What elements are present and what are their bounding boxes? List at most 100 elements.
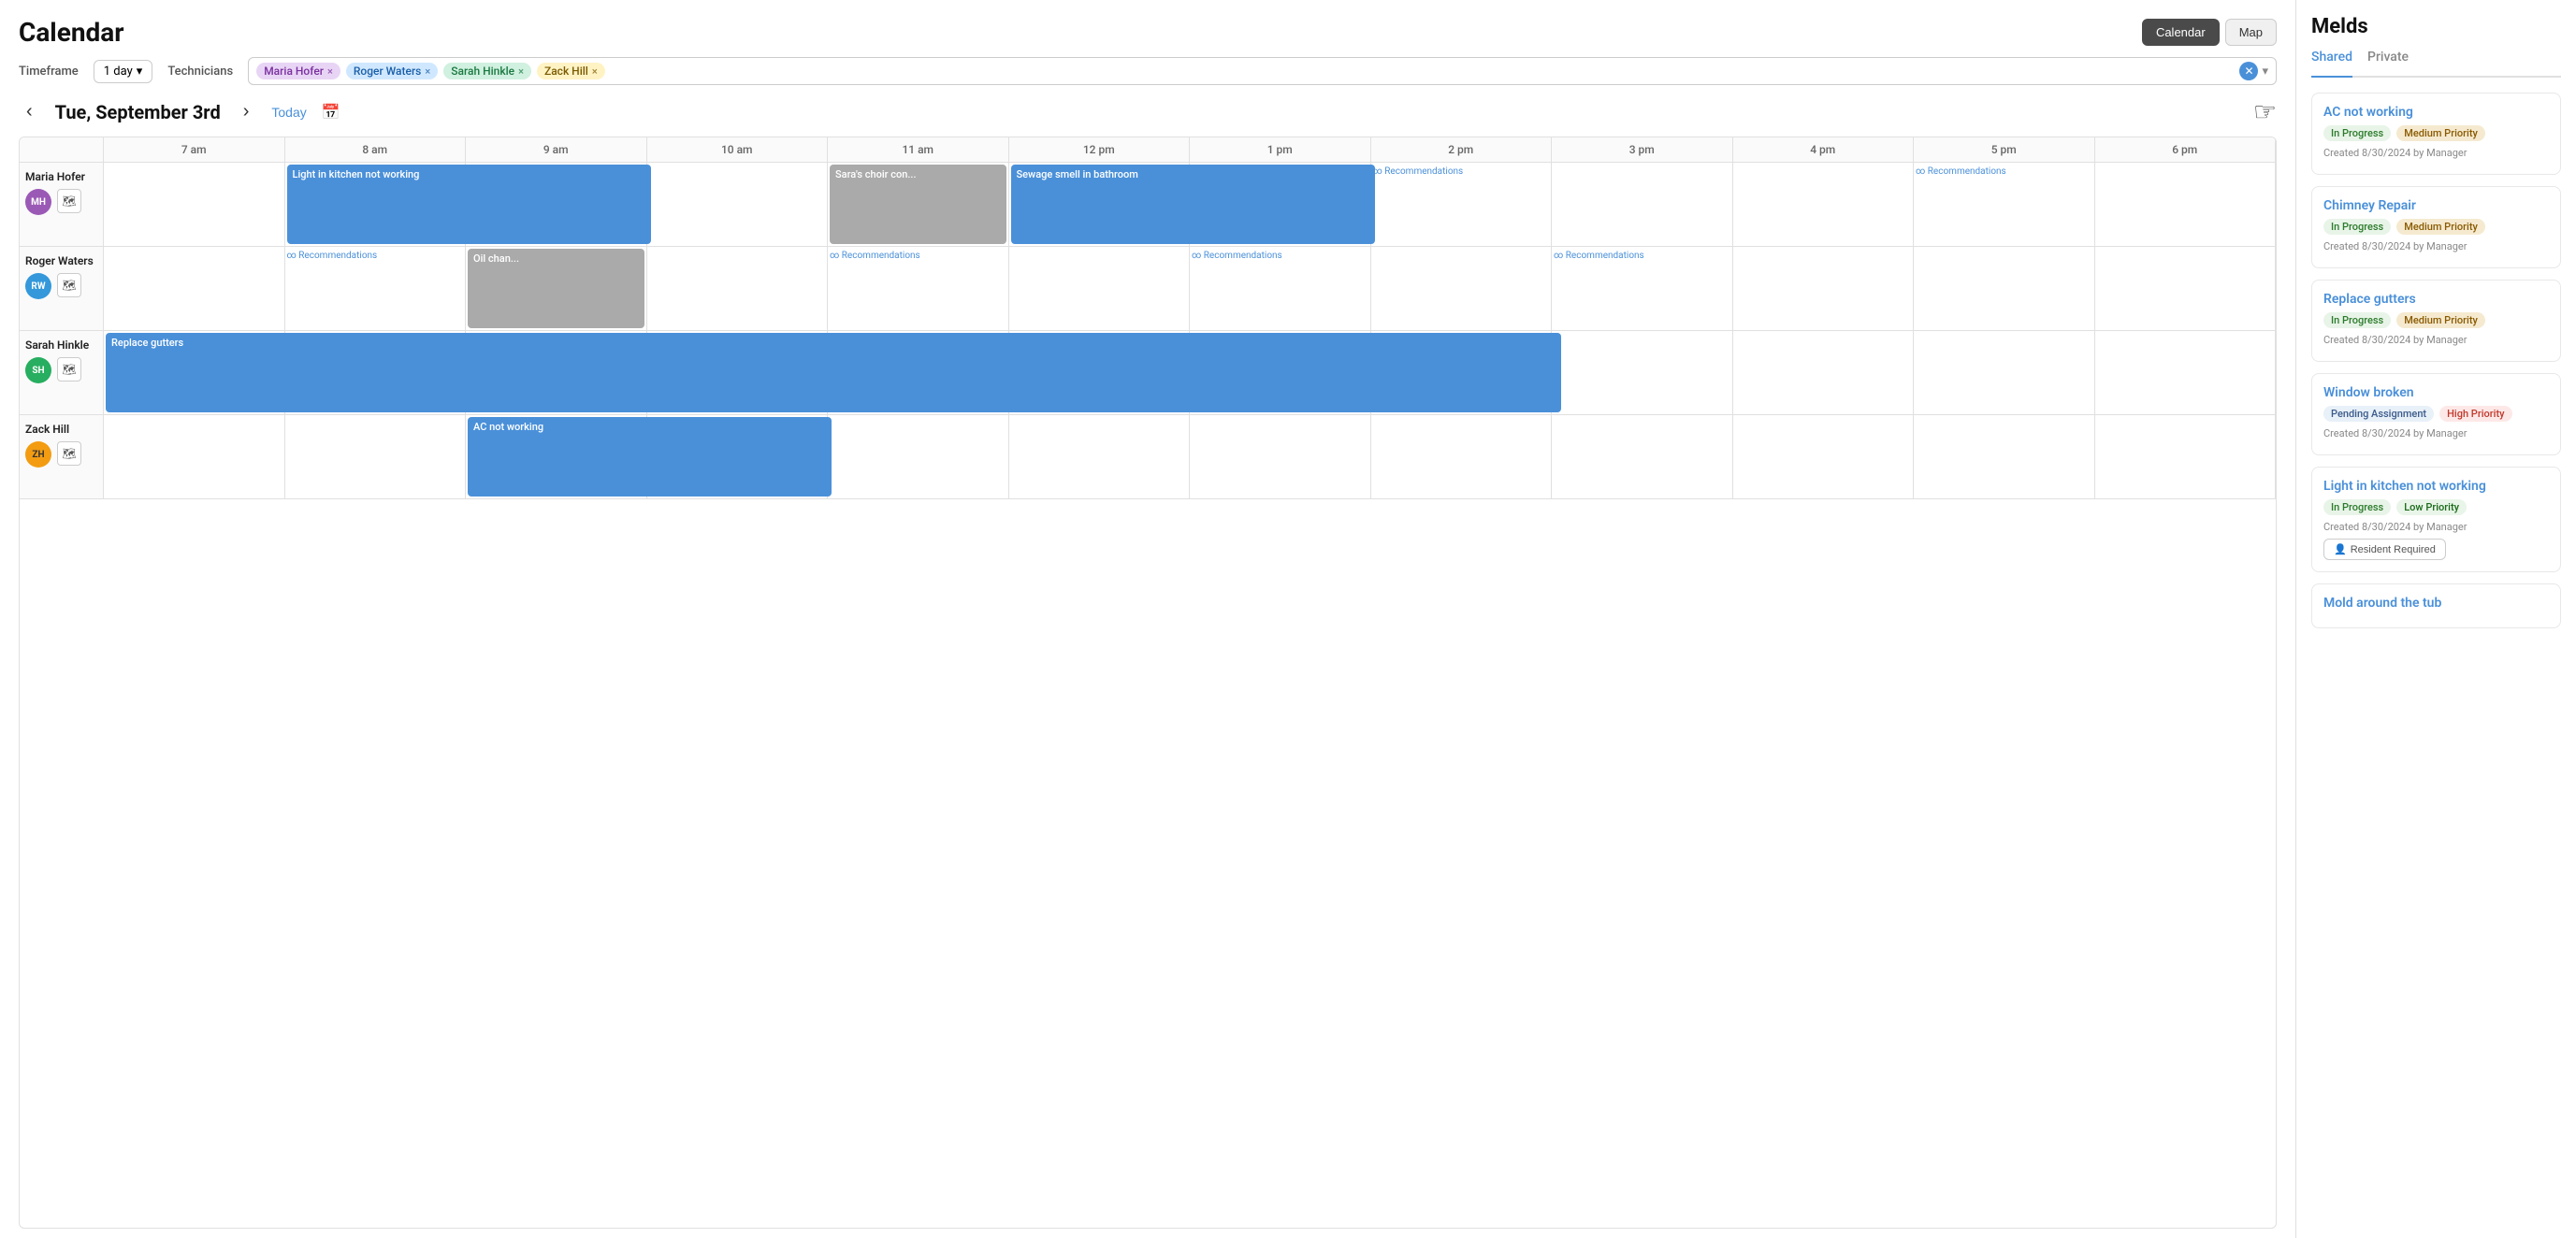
rw-slot-5pm[interactable] [1914, 247, 2095, 331]
meld-title-mold[interactable]: Mold around the tub [2323, 596, 2549, 611]
sh-slot-6pm[interactable] [2095, 331, 2277, 415]
time-header-11am: 11 am [828, 137, 1009, 163]
rw-slot-9am[interactable]: Oil chan... [466, 247, 647, 331]
mh-slot-7am[interactable] [104, 163, 285, 247]
rw-slot-7am[interactable] [104, 247, 285, 331]
resident-required-button[interactable]: 👤 Resident Required [2323, 539, 2446, 560]
rw-slot-2pm[interactable] [1371, 247, 1553, 331]
mh-slot-6pm[interactable] [2095, 163, 2277, 247]
tech-tag-sh[interactable]: Sarah Hinkle × [443, 63, 531, 79]
meld-title-ac[interactable]: AC not working [2323, 105, 2549, 120]
event-ac-not-working[interactable]: AC not working [468, 417, 832, 497]
map-btn-mh[interactable]: 🗺 [57, 189, 81, 213]
remove-tech-mh[interactable]: × [327, 65, 333, 78]
map-view-button[interactable]: Map [2225, 19, 2277, 46]
avatar-sh[interactable]: SH [25, 357, 51, 383]
mh-slot-10am[interactable] [647, 163, 829, 247]
time-header-12pm: 12 pm [1009, 137, 1191, 163]
rw-slot-4pm[interactable] [1733, 247, 1915, 331]
remove-tech-zh[interactable]: × [592, 65, 598, 78]
sh-slot-3pm[interactable] [1552, 331, 1733, 415]
tech-tag-zh[interactable]: Zack Hill × [537, 63, 605, 79]
tech-actions-zh: ZH 🗺 [25, 441, 81, 468]
tech-name-rw: Roger Waters [25, 254, 94, 267]
avatar-zh[interactable]: ZH [25, 441, 51, 468]
sidebar-tabs: Shared Private [2311, 50, 2561, 78]
mh-slot-11am[interactable]: Sara's choir con... [828, 163, 1009, 247]
rec-rw-8am[interactable]: Recommendations [287, 249, 464, 263]
zh-slot-6pm[interactable] [2095, 415, 2277, 499]
time-header-4pm: 4 pm [1733, 137, 1915, 163]
sh-slot-7am[interactable]: Replace gutters [104, 331, 285, 415]
meld-meta-window: Created 8/30/2024 by Manager [2323, 427, 2549, 439]
mh-slot-2pm[interactable]: Recommendations [1371, 163, 1553, 247]
prev-arrow[interactable]: ‹ [19, 97, 40, 126]
map-btn-zh[interactable]: 🗺 [57, 441, 81, 466]
tech-tag-rw[interactable]: Roger Waters × [346, 63, 438, 79]
next-arrow[interactable]: › [236, 97, 257, 126]
rec-rw-1pm[interactable]: Recommendations [1192, 249, 1368, 263]
map-btn-rw[interactable]: 🗺 [57, 273, 81, 297]
zh-slot-4pm[interactable] [1733, 415, 1915, 499]
zh-slot-11am[interactable] [828, 415, 1009, 499]
mh-slot-12pm[interactable]: Sewage smell in bathroom [1009, 163, 1191, 247]
rw-slot-10am[interactable] [647, 247, 829, 331]
mh-slot-5pm[interactable]: Recommendations [1914, 163, 2095, 247]
view-toggle: Calendar Map [2142, 19, 2277, 46]
calendar-view-button[interactable]: Calendar [2142, 19, 2220, 46]
event-oil-change[interactable]: Oil chan... [468, 249, 644, 328]
mh-slot-3pm[interactable] [1552, 163, 1733, 247]
sh-slot-4pm[interactable] [1733, 331, 1915, 415]
remove-tech-rw[interactable]: × [425, 65, 430, 78]
zh-slot-5pm[interactable] [1914, 415, 2095, 499]
timeframe-dropdown[interactable]: 1 day ▾ [94, 60, 153, 83]
badge-priority-gutters: Medium Priority [2396, 312, 2485, 328]
event-sewage-smell[interactable]: Sewage smell in bathroom [1011, 165, 1375, 244]
rw-slot-1pm[interactable]: Recommendations [1190, 247, 1371, 331]
avatar-mh[interactable]: MH [25, 189, 51, 215]
rec-mh-5pm[interactable]: Recommendations [1916, 165, 2092, 179]
meld-badges-gutters: In Progress Medium Priority [2323, 312, 2549, 328]
meld-badges-window: Pending Assignment High Priority [2323, 406, 2549, 422]
meld-card-chimney: Chimney Repair In Progress Medium Priori… [2311, 186, 2561, 268]
rec-rw-3pm[interactable]: Recommendations [1554, 249, 1730, 263]
zh-slot-9am[interactable]: AC not working [466, 415, 647, 499]
event-light-kitchen[interactable]: Light in kitchen not working [287, 165, 651, 244]
rw-slot-11am[interactable]: Recommendations [828, 247, 1009, 331]
tech-tag-mh[interactable]: Maria Hofer × [256, 63, 340, 79]
sh-slot-5pm[interactable] [1914, 331, 2095, 415]
rec-mh-2pm[interactable]: Recommendations [1373, 165, 1550, 179]
calendar-icon[interactable]: 📅 [322, 103, 340, 121]
zh-slot-3pm[interactable] [1552, 415, 1733, 499]
tab-private[interactable]: Private [2367, 50, 2409, 68]
meld-title-chimney[interactable]: Chimney Repair [2323, 198, 2549, 213]
avatar-rw[interactable]: RW [25, 273, 51, 299]
mh-slot-8am[interactable]: Light in kitchen not working [285, 163, 467, 247]
meld-title-window[interactable]: Window broken [2323, 385, 2549, 400]
zh-slot-1pm[interactable] [1190, 415, 1371, 499]
zh-slot-7am[interactable] [104, 415, 285, 499]
meld-title-light-kitchen[interactable]: Light in kitchen not working [2323, 479, 2549, 494]
technicians-label: Technicians [167, 65, 233, 79]
rw-slot-8am[interactable]: Recommendations [285, 247, 467, 331]
meld-badges-ac: In Progress Medium Priority [2323, 125, 2549, 141]
event-saras-choir[interactable]: Sara's choir con... [830, 165, 1006, 244]
map-btn-sh[interactable]: 🗺 [57, 357, 81, 381]
mh-slot-4pm[interactable] [1733, 163, 1915, 247]
zh-slot-12pm[interactable] [1009, 415, 1191, 499]
rw-slot-6pm[interactable] [2095, 247, 2277, 331]
rw-slot-12pm[interactable] [1009, 247, 1191, 331]
rw-slot-3pm[interactable]: Recommendations [1552, 247, 1733, 331]
zh-slot-8am[interactable] [285, 415, 467, 499]
rec-rw-11am[interactable]: Recommendations [830, 249, 1006, 263]
tags-chevron-icon[interactable]: ▾ [2262, 65, 2268, 79]
timeframe-value: 1 day [104, 65, 133, 79]
meld-title-gutters[interactable]: Replace gutters [2323, 292, 2549, 307]
today-button[interactable]: Today [271, 105, 306, 120]
zh-slot-2pm[interactable] [1371, 415, 1553, 499]
event-replace-gutters[interactable]: Replace gutters [106, 333, 1561, 412]
remove-tech-sh[interactable]: × [518, 65, 524, 78]
tab-shared[interactable]: Shared [2311, 50, 2352, 78]
clear-tags-button[interactable]: ✕ [2239, 62, 2258, 80]
time-header-7am: 7 am [104, 137, 285, 163]
